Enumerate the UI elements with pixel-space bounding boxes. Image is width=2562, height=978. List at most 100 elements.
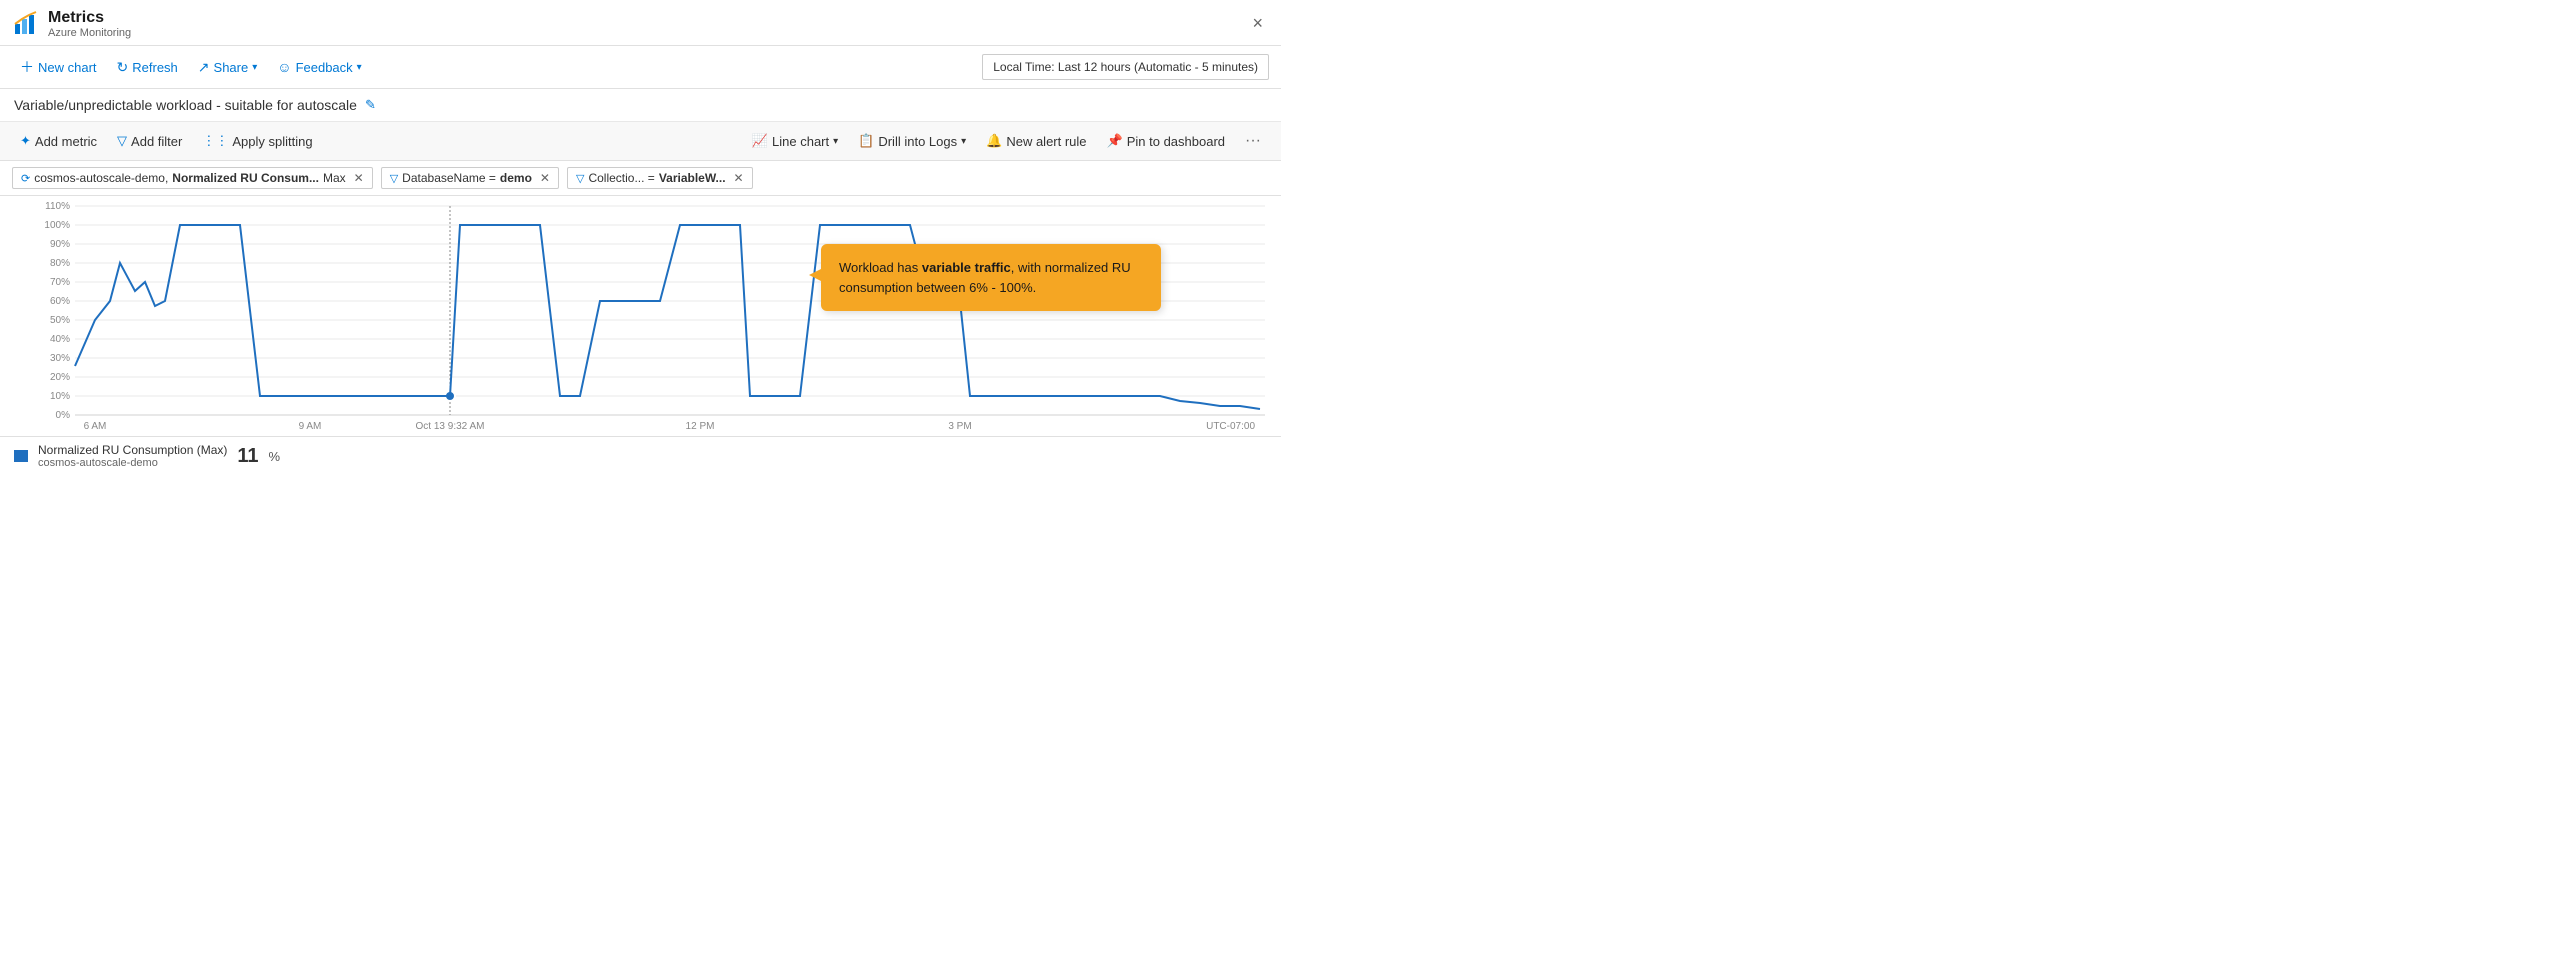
coll-pill-icon: ▽ [576, 172, 584, 185]
db-pill-remove[interactable]: ✕ [540, 171, 550, 185]
refresh-icon: ↻ [117, 59, 129, 76]
new-chart-button[interactable]: ＋ New chart [12, 52, 105, 82]
feedback-label: Feedback [296, 60, 353, 75]
svg-text:40%: 40% [50, 334, 70, 345]
metrics-toolbar-left: ✦ Add metric ▽ Add filter ⋮⋮ Apply split… [12, 129, 321, 153]
svg-text:9 AM: 9 AM [299, 421, 322, 432]
legend-sublabel: cosmos-autoscale-demo [38, 457, 227, 469]
share-icon: ↗ [198, 59, 210, 76]
feedback-icon: ☺ [277, 59, 291, 75]
svg-text:60%: 60% [50, 296, 70, 307]
legend-label: Normalized RU Consumption (Max) [38, 443, 227, 457]
database-filter-pill[interactable]: ▽ DatabaseName = demo ✕ [381, 167, 559, 189]
drill-logs-chevron-icon: ▾ [961, 136, 966, 147]
share-button[interactable]: ↗ Share ▾ [190, 54, 265, 81]
pin-icon: 📌 [1107, 133, 1123, 149]
add-metric-icon: ✦ [20, 133, 31, 149]
svg-text:80%: 80% [50, 258, 70, 269]
more-options-button[interactable]: ··· [1237, 128, 1269, 154]
new-chart-label: New chart [38, 60, 97, 75]
apply-splitting-button[interactable]: ⋮⋮ Apply splitting [194, 129, 320, 153]
svg-text:110%: 110% [45, 201, 70, 212]
share-label: Share [214, 60, 249, 75]
line-chart-icon: 📈 [752, 133, 768, 149]
feedback-button[interactable]: ☺ Feedback ▾ [269, 54, 369, 80]
app-title: Metrics [48, 8, 131, 27]
svg-text:50%: 50% [50, 315, 70, 326]
legend-text-group: Normalized RU Consumption (Max) cosmos-a… [38, 443, 227, 469]
chart-title: Variable/unpredictable workload - suitab… [14, 97, 357, 113]
svg-text:70%: 70% [50, 277, 70, 288]
app-icon [12, 10, 40, 38]
coll-pill-text-bold: VariableW... [659, 171, 726, 185]
legend-value: 11 [237, 445, 258, 468]
split-icon: ⋮⋮ [202, 133, 228, 149]
svg-text:100%: 100% [44, 220, 70, 231]
time-range-label: Local Time: Last 12 hours (Automatic - 5… [993, 60, 1258, 74]
pin-dashboard-label: Pin to dashboard [1127, 134, 1225, 149]
svg-text:90%: 90% [50, 239, 70, 250]
collection-filter-pill[interactable]: ▽ Collectio... = VariableW... ✕ [567, 167, 753, 189]
apply-splitting-label: Apply splitting [232, 134, 312, 149]
header-left: Metrics Azure Monitoring [12, 8, 131, 39]
svg-text:3 PM: 3 PM [948, 421, 971, 432]
chart-container: Workload has variable traffic, with norm… [0, 196, 1281, 436]
pin-dashboard-button[interactable]: 📌 Pin to dashboard [1099, 129, 1233, 153]
app-title-group: Metrics Azure Monitoring [48, 8, 131, 39]
edit-icon[interactable]: ✎ [365, 97, 376, 113]
filter-bar: ⟳ cosmos-autoscale-demo, Normalized RU C… [0, 161, 1281, 196]
feedback-chevron-icon: ▾ [357, 62, 362, 73]
svg-text:0%: 0% [56, 410, 71, 421]
line-chart-label: Line chart [772, 134, 829, 149]
metric-pill-icon: ⟳ [21, 172, 30, 185]
toolbar: ＋ New chart ↻ Refresh ↗ Share ▾ ☺ Feedba… [0, 46, 1281, 89]
db-pill-icon: ▽ [390, 172, 398, 185]
add-filter-label: Add filter [131, 134, 182, 149]
filter-icon: ▽ [117, 133, 127, 149]
metrics-toolbar-right: 📈 Line chart ▾ 📋 Drill into Logs ▾ 🔔 New… [744, 128, 1269, 154]
main-chart: 110% 100% 90% 80% 70% 60% 50% 40% 30% 20… [0, 196, 1281, 436]
db-pill-text-bold: demo [500, 171, 532, 185]
db-pill-text-normal: DatabaseName = [402, 171, 496, 185]
tooltip-bubble: Workload has variable traffic, with norm… [821, 244, 1161, 311]
svg-text:6 AM: 6 AM [84, 421, 107, 432]
svg-text:30%: 30% [50, 353, 70, 364]
plus-icon: ＋ [20, 57, 34, 77]
svg-text:12 PM: 12 PM [686, 421, 715, 432]
metric-pill-text-suffix: Max [323, 171, 346, 185]
chart-title-bar: Variable/unpredictable workload - suitab… [0, 89, 1281, 122]
metric-filter-pill[interactable]: ⟳ cosmos-autoscale-demo, Normalized RU C… [12, 167, 373, 189]
metrics-toolbar: ✦ Add metric ▽ Add filter ⋮⋮ Apply split… [0, 122, 1281, 161]
new-alert-rule-label: New alert rule [1006, 134, 1086, 149]
drill-logs-icon: 📋 [858, 133, 874, 149]
svg-text:Oct 13 9:32 AM: Oct 13 9:32 AM [416, 421, 485, 432]
refresh-button[interactable]: ↻ Refresh [109, 54, 186, 81]
svg-text:20%: 20% [50, 372, 70, 383]
app-subtitle: Azure Monitoring [48, 27, 131, 39]
header: Metrics Azure Monitoring × [0, 0, 1281, 46]
add-metric-label: Add metric [35, 134, 97, 149]
svg-text:UTC-07:00: UTC-07:00 [1206, 421, 1255, 432]
close-button[interactable]: × [1246, 11, 1269, 36]
svg-text:10%: 10% [50, 391, 70, 402]
line-chart-button[interactable]: 📈 Line chart ▾ [744, 129, 846, 153]
add-metric-button[interactable]: ✦ Add metric [12, 129, 105, 153]
drill-logs-label: Drill into Logs [878, 134, 957, 149]
toolbar-left: ＋ New chart ↻ Refresh ↗ Share ▾ ☺ Feedba… [12, 52, 370, 82]
share-chevron-icon: ▾ [252, 62, 257, 73]
metric-pill-remove[interactable]: ✕ [354, 171, 364, 185]
tooltip-text-normal: Workload has [839, 260, 922, 275]
coll-pill-remove[interactable]: ✕ [734, 171, 744, 185]
new-alert-rule-button[interactable]: 🔔 New alert rule [978, 129, 1094, 153]
metric-pill-text-bold: Normalized RU Consum... [172, 171, 319, 185]
alert-icon: 🔔 [986, 133, 1002, 149]
add-filter-button[interactable]: ▽ Add filter [109, 129, 190, 153]
line-chart-chevron-icon: ▾ [833, 136, 838, 147]
coll-pill-text-normal: Collectio... = [588, 171, 654, 185]
drill-logs-button[interactable]: 📋 Drill into Logs ▾ [850, 129, 974, 153]
time-range-button[interactable]: Local Time: Last 12 hours (Automatic - 5… [982, 54, 1269, 80]
legend-unit: % [269, 449, 281, 464]
legend-color-swatch [14, 450, 28, 462]
tooltip-text-bold: variable traffic [922, 260, 1011, 275]
refresh-label: Refresh [132, 60, 178, 75]
